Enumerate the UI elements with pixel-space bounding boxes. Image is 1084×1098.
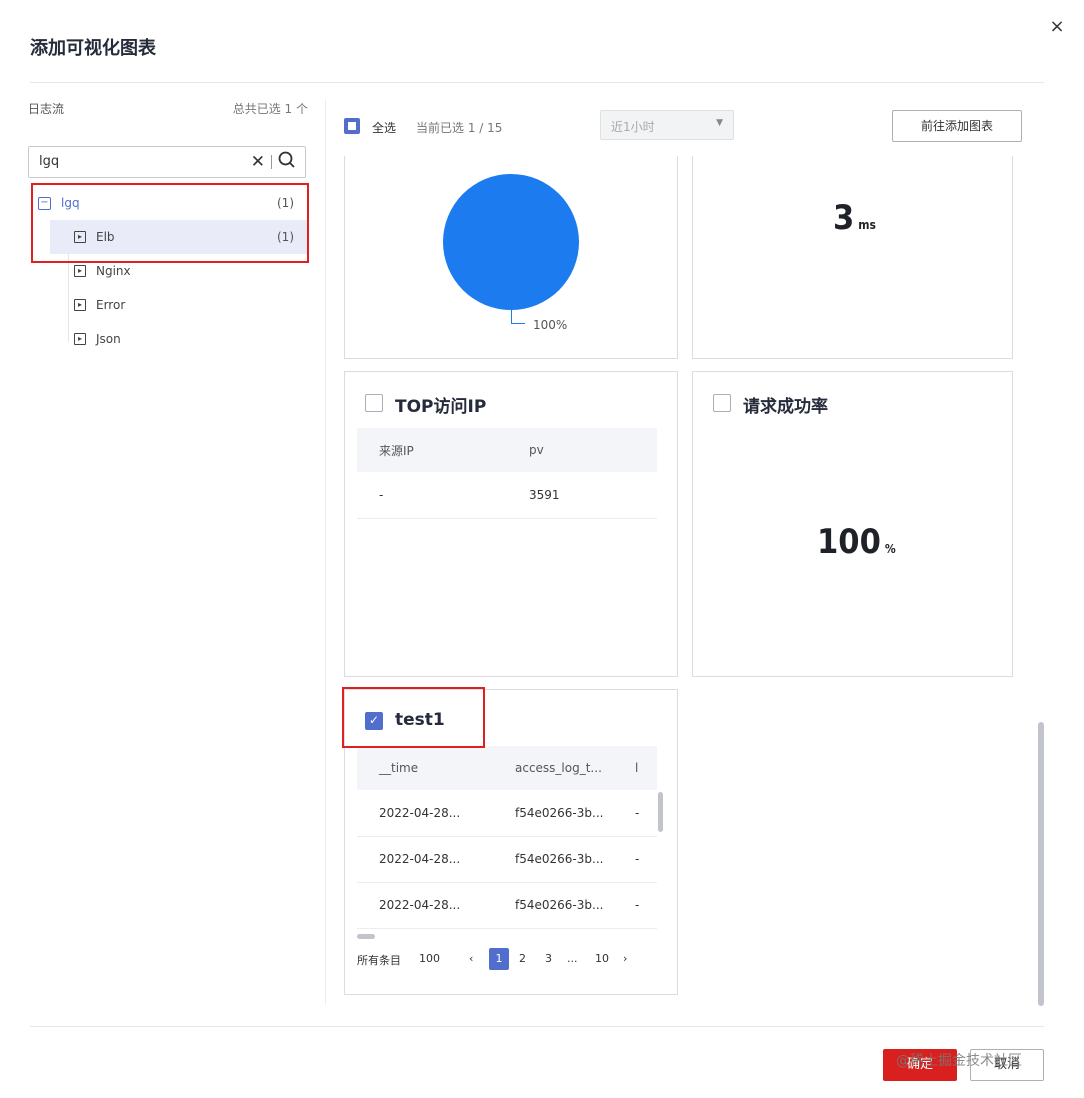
log-file-icon: ▸: [74, 333, 86, 345]
card-checkbox[interactable]: [365, 394, 383, 412]
select-all-checkbox[interactable]: [344, 118, 360, 134]
table-cell: 2022-04-28...: [357, 790, 493, 837]
header-divider: [30, 82, 1044, 83]
main-vertical-scrollbar[interactable]: [1038, 722, 1044, 1006]
pager-total: 100: [419, 952, 440, 965]
tree-node-error[interactable]: ▸ Error: [28, 288, 308, 322]
page-3-button[interactable]: 3: [545, 952, 552, 965]
success-rate-number: 100: [817, 522, 881, 562]
card-latency-metric[interactable]: 3 ms: [692, 156, 1013, 359]
tree-node-json[interactable]: ▸ Json: [28, 322, 308, 356]
metric-value: 3 ms: [833, 198, 876, 238]
pie-slice: [443, 174, 579, 310]
table-header: l: [633, 746, 657, 790]
search-input[interactable]: lgq ✕: [28, 146, 306, 178]
table-header: 来源IP: [357, 428, 507, 472]
table-cell: 2022-04-28...: [357, 882, 493, 929]
card-success-rate[interactable]: 请求成功率 100%: [692, 371, 1013, 677]
table-row: 2022-04-28... f54e0266-3b... -: [357, 790, 657, 837]
time-range-select[interactable]: 近1小时 ▼: [600, 110, 734, 140]
table-cell: f54e0266-3b...: [493, 882, 633, 929]
table-cell: f54e0266-3b...: [493, 836, 633, 883]
goto-add-chart-button[interactable]: 前往添加图表: [892, 110, 1022, 142]
page-10-button[interactable]: 10: [595, 952, 609, 965]
log-file-icon: ▸: [74, 265, 86, 277]
chart-toolbar: 全选 当前已选 1 / 15 近1小时 ▼ 前往添加图表: [344, 110, 1024, 144]
tree-node-label: Error: [96, 298, 126, 312]
search-separator: [271, 155, 272, 169]
metric-unit: ms: [858, 218, 876, 232]
table-cell: -: [633, 882, 657, 929]
pie-data-label: 100%: [533, 318, 568, 332]
table-row: - 3591: [357, 472, 657, 519]
time-range-value: 近1小时: [611, 120, 655, 134]
tree-node-label: Json: [96, 332, 121, 346]
selected-total: 总共已选 1 个: [232, 102, 308, 116]
panel-divider: [325, 100, 326, 1005]
card-title: TOP访问IP: [395, 397, 487, 417]
search-value: lgq: [39, 154, 60, 169]
pager-total-label: 所有条目: [357, 954, 401, 967]
table-header: pv: [507, 428, 657, 472]
card-top-ip[interactable]: TOP访问IP 来源IP pv - 3591: [344, 371, 678, 677]
pie-leader-line: [511, 310, 525, 324]
table-cell: f54e0266-3b...: [493, 790, 633, 837]
select-all-label[interactable]: 全选: [372, 119, 396, 136]
card-pie-chart[interactable]: 100%: [344, 156, 678, 359]
chevron-down-icon: ▼: [716, 118, 723, 128]
pagination: 所有条目 100 ‹ 1 2 3 ... 10 ›: [357, 948, 657, 972]
log-file-icon: ▸: [74, 299, 86, 311]
log-stream-panel: 日志流 总共已选 1 个 lgq ✕ − lgq (1) ▸ Elb (1) ▸…: [28, 100, 308, 346]
tree-node-label: Nginx: [96, 264, 131, 278]
table-header: __time: [357, 746, 493, 790]
table-cell: 3591: [507, 472, 657, 519]
success-rate-unit: %: [884, 542, 896, 556]
next-page-icon[interactable]: ›: [623, 952, 627, 965]
table-vertical-scrollbar[interactable]: [658, 792, 663, 832]
highlight-frame-test1: [342, 687, 485, 748]
footer-divider: [30, 1026, 1044, 1027]
selected-count: 当前已选 1 / 15: [416, 121, 503, 135]
watermark: @稀土掘金技术社区: [896, 1053, 1022, 1069]
table-row: 2022-04-28... f54e0266-3b... -: [357, 882, 657, 929]
test1-table: __time access_log_t... l 2022-04-28... f…: [357, 746, 657, 929]
page-1-button[interactable]: 1: [489, 948, 509, 970]
table-row: 2022-04-28... f54e0266-3b... -: [357, 836, 657, 883]
clear-icon[interactable]: ✕: [251, 152, 265, 172]
page-ellipsis: ...: [567, 952, 578, 965]
table-cell: -: [357, 472, 507, 519]
table-horizontal-scrollbar[interactable]: [357, 934, 375, 939]
success-rate-value: 100%: [817, 522, 896, 562]
card-title: 请求成功率: [743, 397, 828, 417]
log-stream-header: 日志流 总共已选 1 个: [28, 100, 308, 130]
log-stream-title: 日志流: [28, 102, 65, 116]
table-cell: -: [633, 836, 657, 883]
table-cell: -: [633, 790, 657, 837]
prev-page-icon[interactable]: ‹: [469, 952, 473, 965]
table-header: access_log_t...: [493, 746, 633, 790]
dialog-title: 添加可视化图表: [30, 38, 156, 59]
highlight-frame-tree: [31, 183, 309, 263]
search-icon[interactable]: [278, 151, 295, 173]
metric-number: 3: [833, 198, 855, 238]
table-cell: 2022-04-28...: [357, 836, 493, 883]
card-checkbox[interactable]: [713, 394, 731, 412]
page-2-button[interactable]: 2: [519, 952, 526, 965]
top-ip-table: 来源IP pv - 3591: [357, 428, 657, 519]
close-icon[interactable]: ×: [1046, 16, 1068, 38]
